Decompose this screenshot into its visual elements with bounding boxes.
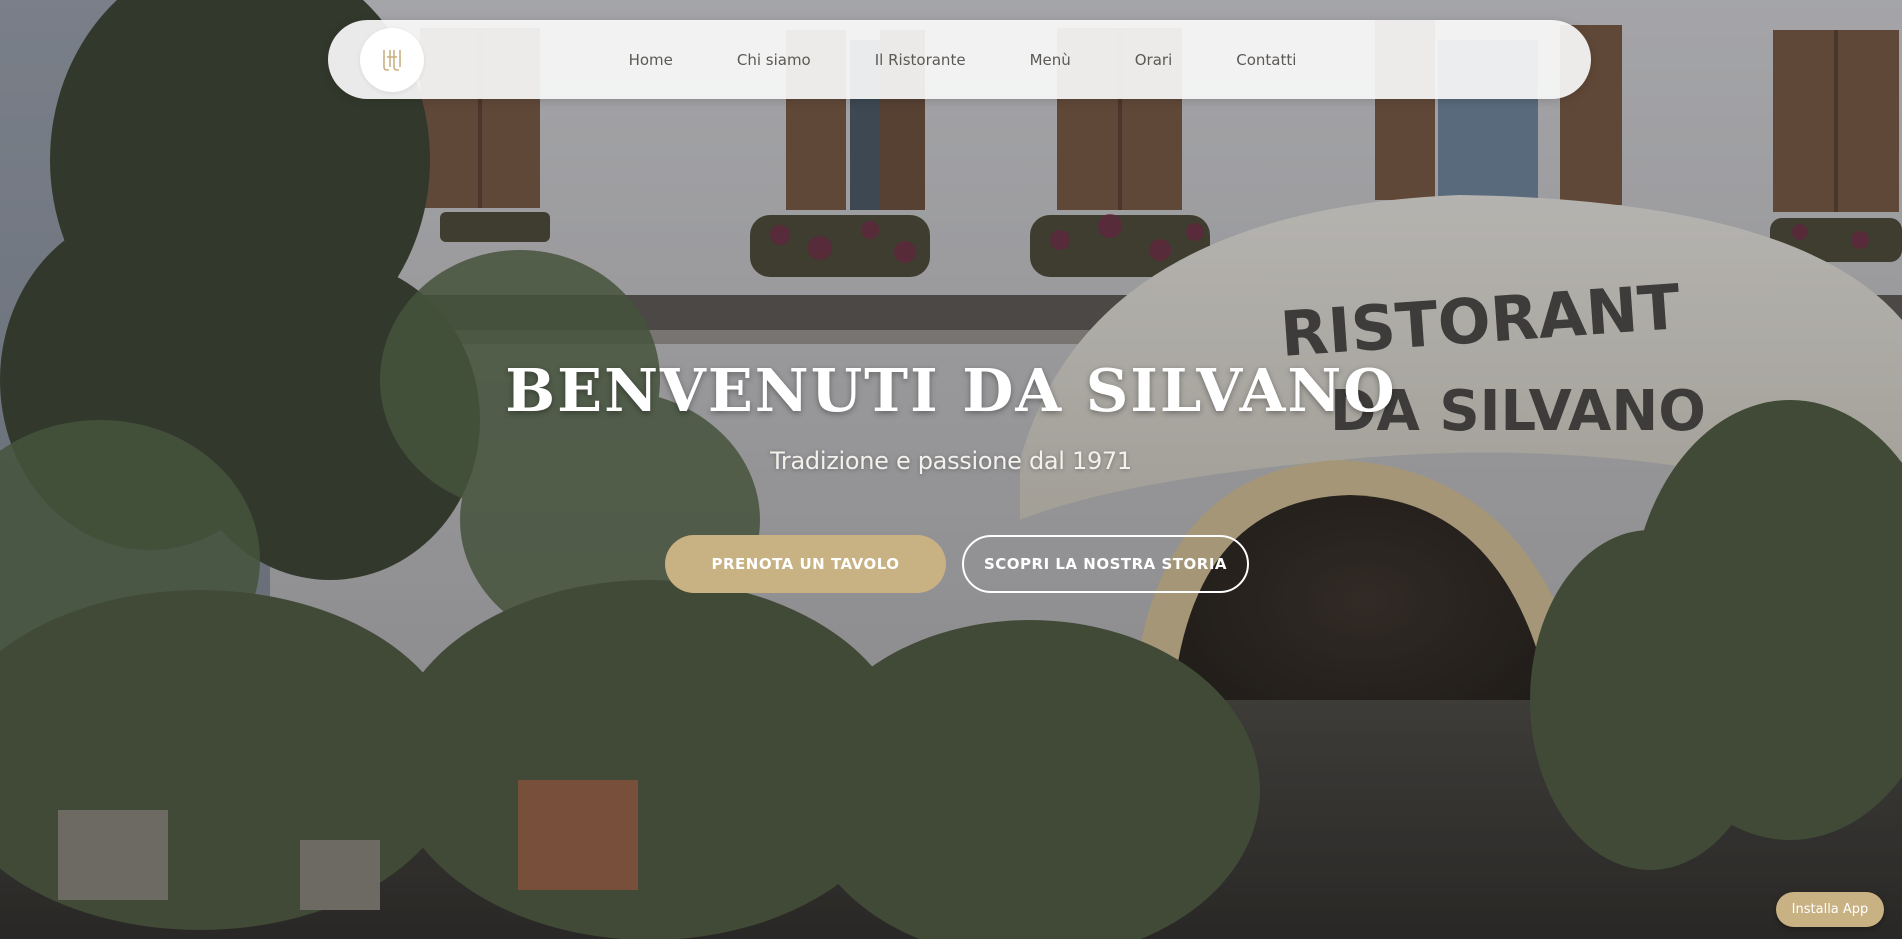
nav-link-contatti[interactable]: Contatti (1236, 51, 1296, 69)
top-navbar: Home Chi siamo Il Ristorante Menù Orari … (328, 20, 1591, 99)
nav-link-chi-siamo[interactable]: Chi siamo (737, 51, 811, 69)
nav-link-orari[interactable]: Orari (1135, 51, 1173, 69)
install-app-button[interactable]: Installa App (1776, 892, 1884, 927)
cta-buttons: PRENOTA UN TAVOLO SCOPRI LA NOSTRA STORI… (0, 535, 1902, 593)
hero-subtitle: Tradizione e passione dal 1971 (770, 447, 1132, 475)
our-story-button[interactable]: SCOPRI LA NOSTRA STORIA (962, 535, 1249, 593)
book-table-button[interactable]: PRENOTA UN TAVOLO (665, 535, 946, 593)
hero-title: BENVENUTI DA SILVANO (505, 356, 1397, 425)
nav-link-home[interactable]: Home (629, 51, 673, 69)
nav-link-menu[interactable]: Menù (1030, 51, 1071, 69)
nav-links: Home Chi siamo Il Ristorante Menù Orari … (328, 20, 1591, 99)
nav-link-il-ristorante[interactable]: Il Ristorante (875, 51, 966, 69)
hero-content: BENVENUTI DA SILVANO Tradizione e passio… (0, 355, 1902, 475)
hero-section: RISTORANT DA SILVANO Home Chi siamo Il R… (0, 0, 1902, 939)
